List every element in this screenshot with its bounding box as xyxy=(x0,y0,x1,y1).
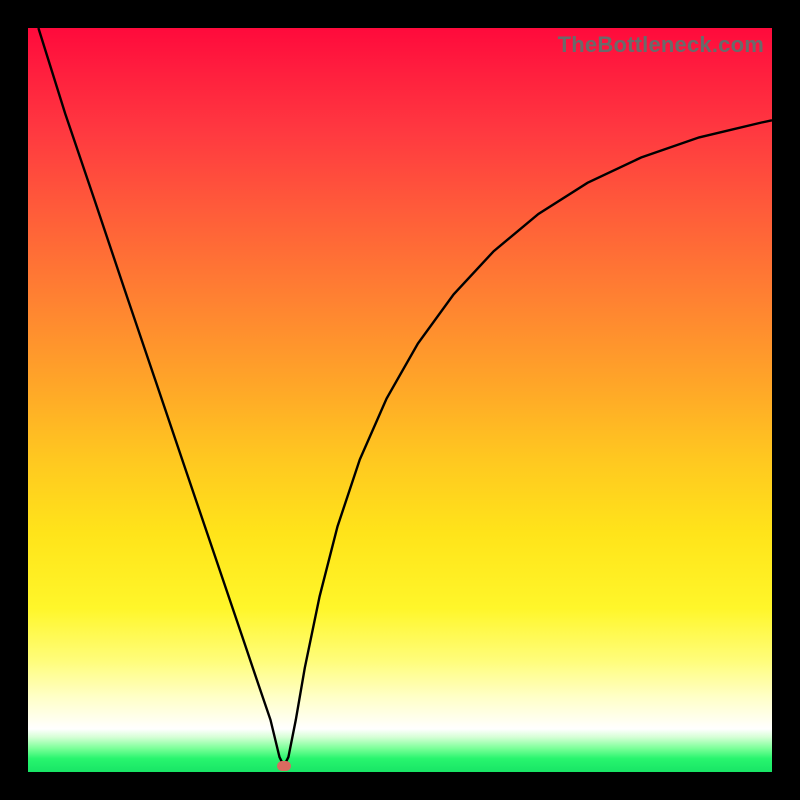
plot-area: TheBottleneck.com xyxy=(28,28,772,772)
chart-frame: TheBottleneck.com xyxy=(0,0,800,800)
vertex-marker xyxy=(277,761,291,771)
curve-path xyxy=(38,28,772,766)
bottleneck-curve xyxy=(28,28,772,772)
